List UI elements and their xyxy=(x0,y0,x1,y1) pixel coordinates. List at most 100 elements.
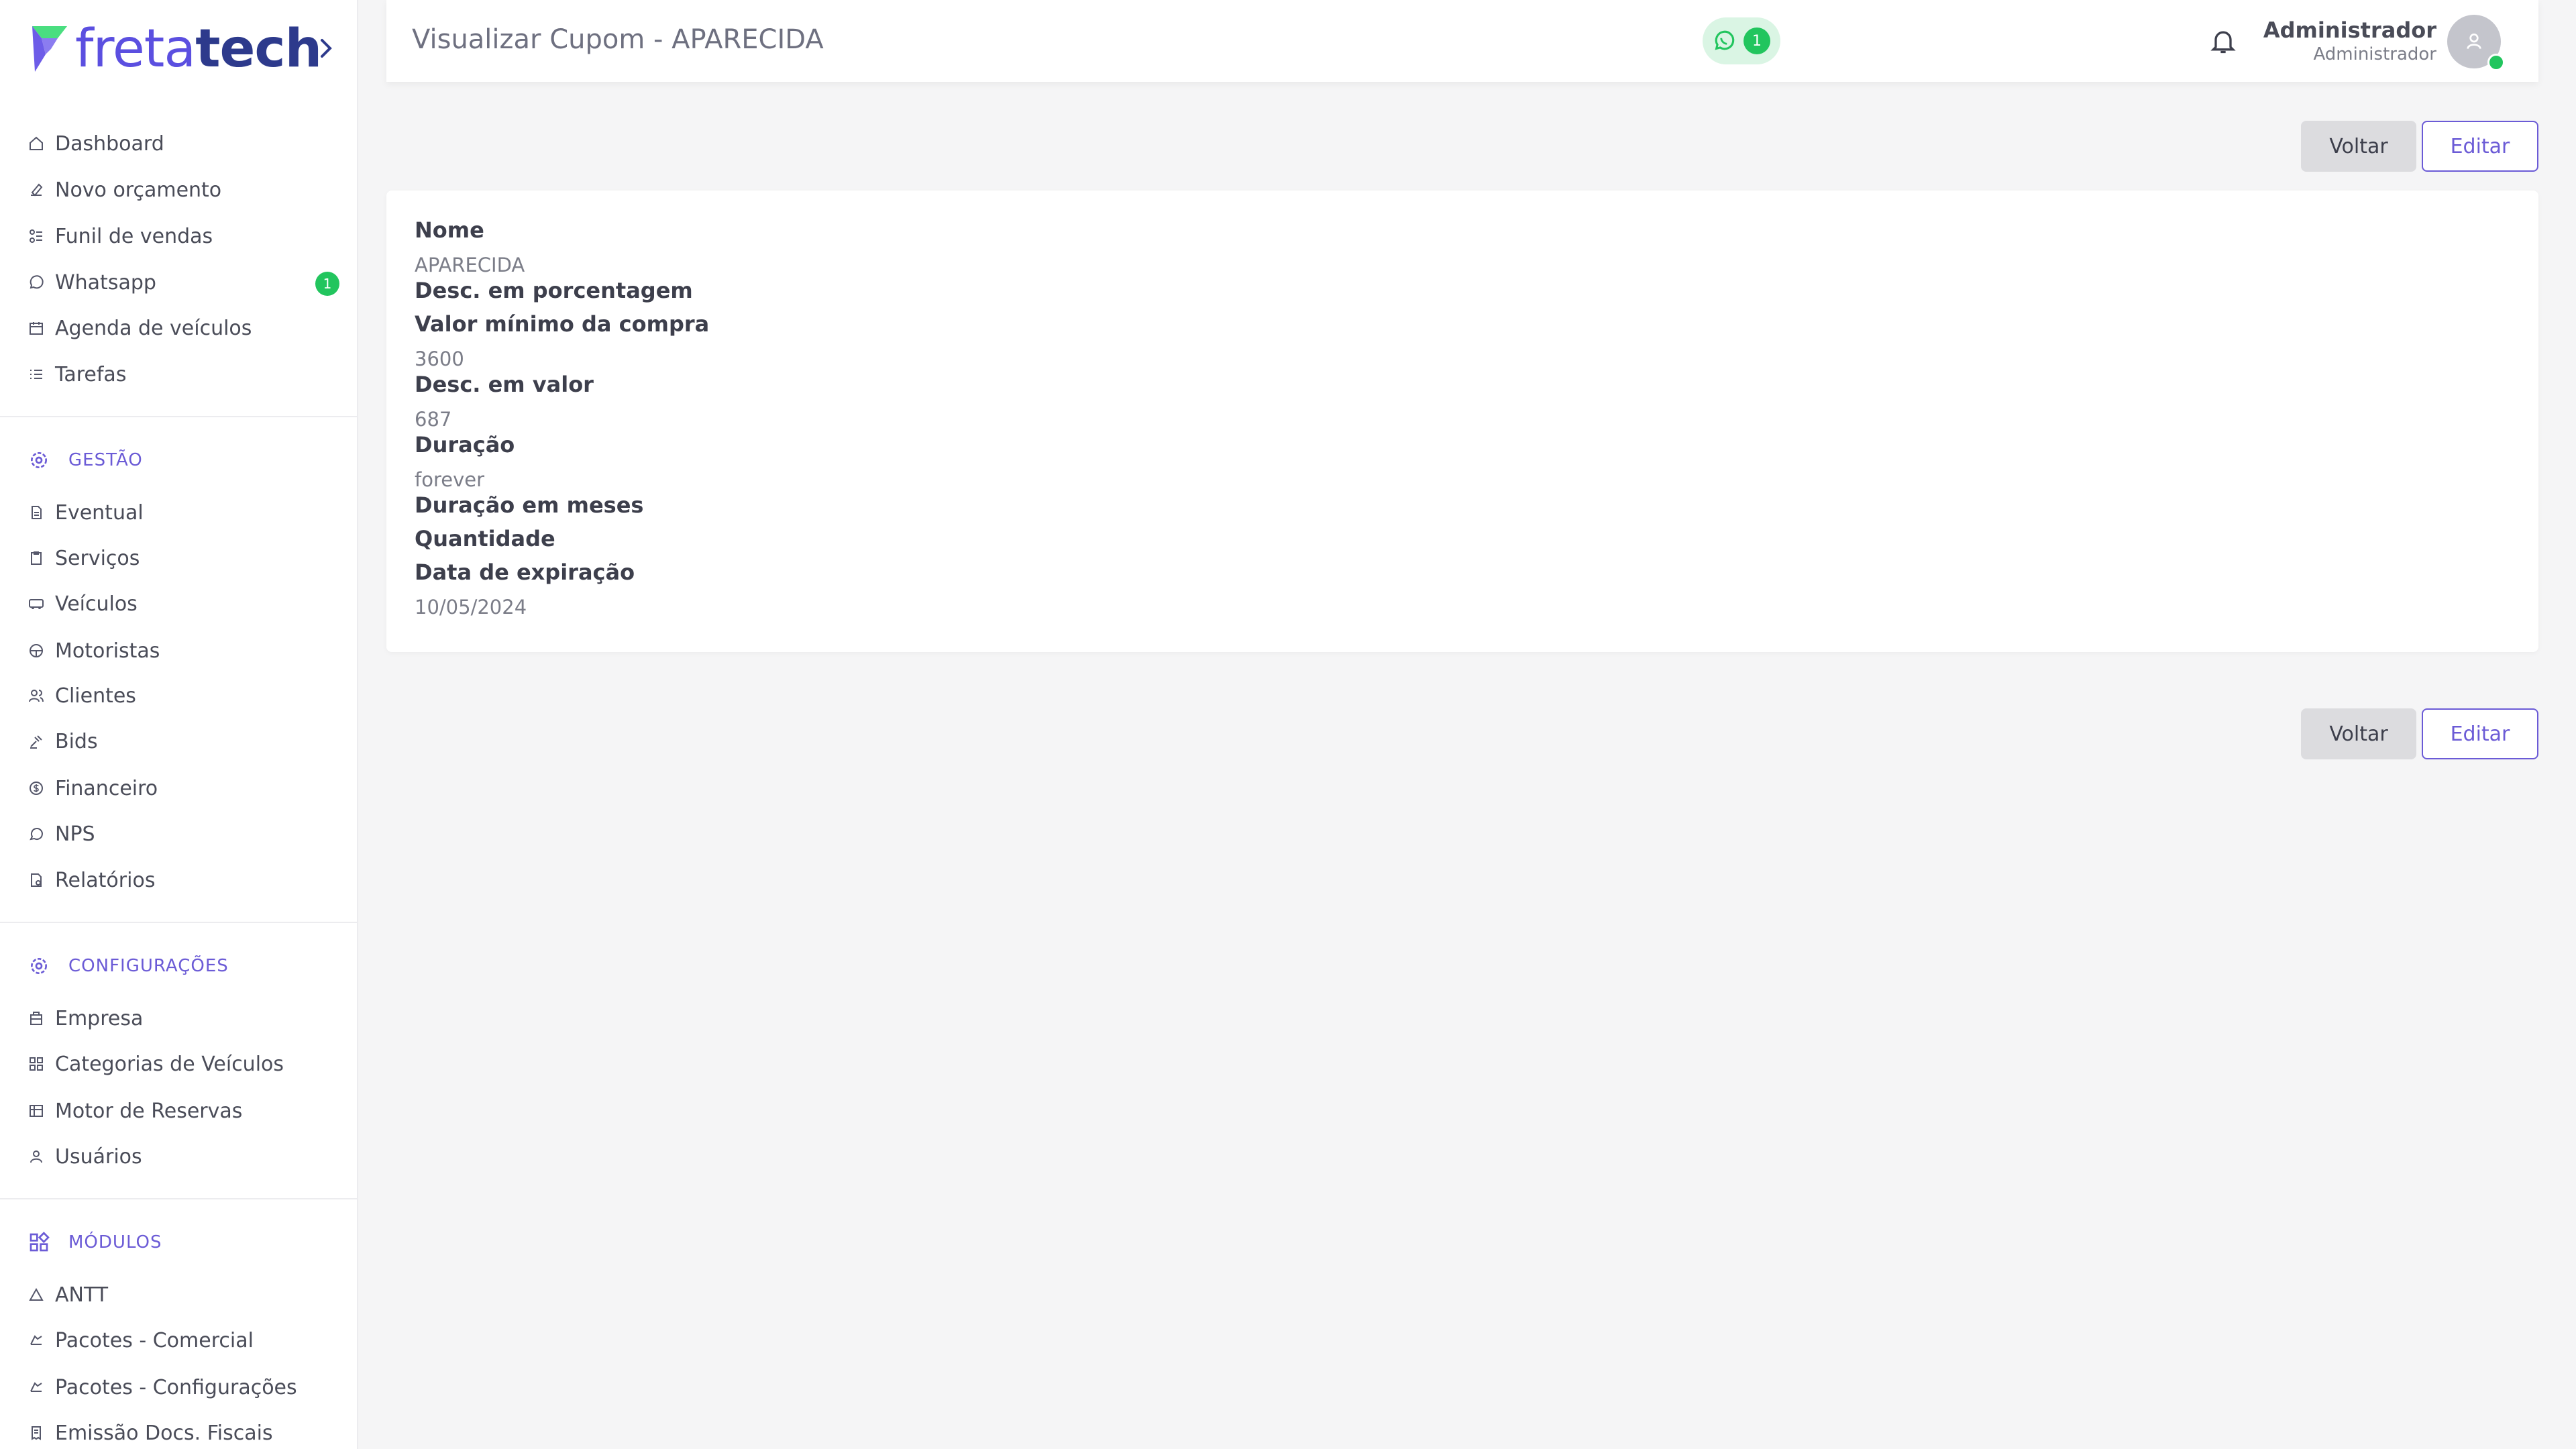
field-value-data-expiracao: 10/05/2024 xyxy=(415,596,527,619)
grid-icon xyxy=(30,1057,43,1071)
sidebar-divider xyxy=(0,1198,357,1199)
sidebar-item-motoristas[interactable]: Motoristas xyxy=(28,635,339,667)
top-header: Visualizar Cupom - APARECIDA 1 Administr… xyxy=(386,0,2538,82)
sidebar-item-label: Novo orçamento xyxy=(55,178,222,202)
edit-button-bottom[interactable]: Editar xyxy=(2422,708,2538,759)
user-icon xyxy=(30,1150,42,1163)
page-title: Visualizar Cupom - APARECIDA xyxy=(412,24,824,55)
sidebar-item-tarefas[interactable]: Tarefas xyxy=(28,358,339,390)
section-title-label: MÓDULOS xyxy=(68,1232,162,1252)
logo-mark-icon xyxy=(32,26,67,72)
back-button[interactable]: Voltar xyxy=(2301,121,2416,172)
whatsapp-notifications-button[interactable]: 1 xyxy=(1703,17,1780,64)
sidebar-item-label: Motor de Reservas xyxy=(55,1099,243,1123)
back-button-bottom[interactable]: Voltar xyxy=(2301,708,2416,759)
sidebar-item-label: Motoristas xyxy=(55,639,160,663)
sidebar-item-pacotes-comercial[interactable]: Pacotes - Comercial xyxy=(28,1324,339,1356)
bus-icon xyxy=(29,599,44,609)
sidebar-item-categorias-de-veiculos[interactable]: Categorias de Veículos xyxy=(28,1048,339,1080)
online-status-dot xyxy=(2487,54,2505,71)
sidebar-item-eventual[interactable]: Eventual xyxy=(28,496,339,529)
sidebar-item-servicos[interactable]: Serviços xyxy=(28,542,339,574)
clipboard-icon xyxy=(31,551,42,565)
sidebar-item-nps[interactable]: NPS xyxy=(28,818,339,850)
sidebar-item-label: Categorias de Veículos xyxy=(55,1052,284,1076)
sidebar-item-clientes[interactable]: Clientes xyxy=(28,680,339,712)
dollar-icon xyxy=(30,782,43,795)
bell-icon[interactable] xyxy=(2208,25,2238,56)
section-title-modulos: MÓDULOS xyxy=(28,1226,162,1258)
sidebar-item-usuarios[interactable]: Usuários xyxy=(28,1140,339,1173)
steering-wheel-icon xyxy=(30,644,43,657)
sidebar-item-label: Eventual xyxy=(55,500,144,525)
report-icon xyxy=(31,873,42,887)
sidebar-item-agenda-de-veiculos[interactable]: Agenda de veículos xyxy=(28,312,339,344)
brand-name-part1: freta xyxy=(75,19,196,79)
sidebar-item-label: Veículos xyxy=(55,592,138,616)
sidebar-item-novo-orcamento[interactable]: Novo orçamento xyxy=(28,174,339,206)
modules-icon xyxy=(30,1232,50,1252)
coupon-details-card: Nome APARECIDA Desc. em porcentagem Valo… xyxy=(386,191,2538,652)
whatsapp-count-badge: 1 xyxy=(1743,28,1770,54)
section-title-gestao: GESTÃO xyxy=(28,444,143,476)
sidebar-item-antt[interactable]: ANTT xyxy=(28,1279,339,1311)
field-label-duracao: Duração xyxy=(415,432,515,458)
user-role: Administrador xyxy=(2313,44,2436,64)
sidebar-item-dashboard[interactable]: Dashboard xyxy=(28,127,339,160)
table-icon xyxy=(30,1105,43,1117)
document-icon xyxy=(32,506,42,519)
field-label-duracao-meses: Duração em meses xyxy=(415,492,644,518)
chevron-right-icon[interactable] xyxy=(318,35,335,62)
sidebar-item-pacotes-configuracoes[interactable]: Pacotes - Configurações xyxy=(28,1371,339,1403)
sidebar-item-bids[interactable]: Bids xyxy=(28,725,339,757)
brand-logo[interactable]: fretatech xyxy=(28,19,322,79)
field-label-nome: Nome xyxy=(415,217,484,243)
users-icon xyxy=(29,690,44,702)
section-title-configuracoes: CONFIGURAÇÕES xyxy=(28,950,229,982)
sidebar-item-label: Pacotes - Comercial xyxy=(55,1328,254,1352)
sidebar-item-label: Serviços xyxy=(55,546,140,570)
field-label-valor-minimo: Valor mínimo da compra xyxy=(415,311,710,337)
sidebar-item-empresa[interactable]: Empresa xyxy=(28,1002,339,1034)
user-icon xyxy=(2467,34,2481,50)
sidebar-divider xyxy=(0,922,357,923)
field-value-duracao: forever xyxy=(415,468,485,491)
whatsapp-icon xyxy=(1715,30,1735,50)
sidebar-item-motor-de-reservas[interactable]: Motor de Reservas xyxy=(28,1095,339,1127)
field-value-valor-minimo: 3600 xyxy=(415,347,464,370)
gear-icon xyxy=(31,958,47,974)
sidebar-item-funil-de-vendas[interactable]: Funil de vendas xyxy=(28,220,339,252)
sidebar-item-label: Bids xyxy=(55,729,98,753)
user-name[interactable]: Administrador xyxy=(2263,17,2436,43)
home-icon xyxy=(30,136,43,150)
sidebar-item-financeiro[interactable]: Financeiro xyxy=(28,772,339,804)
funnel-icon xyxy=(30,229,42,243)
field-label-desc-valor: Desc. em valor xyxy=(415,372,594,397)
section-title-label: GESTÃO xyxy=(68,450,143,470)
sidebar-item-label: Dashboard xyxy=(55,131,164,156)
field-label-quantidade: Quantidade xyxy=(415,526,555,551)
receipt-icon xyxy=(32,1426,41,1440)
sidebar-item-emissao-docs-fiscais[interactable]: Emissão Docs. Fiscais xyxy=(28,1417,339,1449)
section-title-label: CONFIGURAÇÕES xyxy=(68,956,229,976)
sidebar-item-label: ANTT xyxy=(55,1283,109,1307)
sidebar-item-label: Funil de vendas xyxy=(55,224,213,248)
sidebar-item-label: Agenda de veículos xyxy=(55,316,252,340)
building-icon xyxy=(30,1012,42,1025)
sidebar-item-veiculos[interactable]: Veículos xyxy=(28,588,339,620)
edit-icon xyxy=(31,183,43,197)
sidebar-item-label: Financeiro xyxy=(55,776,158,800)
edit-button[interactable]: Editar xyxy=(2422,121,2538,172)
sidebar-item-label: Whatsapp xyxy=(55,270,156,294)
whatsapp-icon xyxy=(30,275,44,289)
sidebar-item-label: Empresa xyxy=(55,1006,144,1030)
sidebar-item-label: Emissão Docs. Fiscais xyxy=(55,1421,273,1445)
sidebar-item-label: NPS xyxy=(55,822,95,846)
sidebar-item-relatorios[interactable]: Relatórios xyxy=(28,864,339,896)
brand-name-part2: tech xyxy=(195,19,322,79)
sidebar-item-whatsapp[interactable]: Whatsapp 1 xyxy=(28,266,339,299)
field-label-desc-porcentagem: Desc. em porcentagem xyxy=(415,278,693,303)
sidebar: fretatech Dashboard Novo orçamento Funil… xyxy=(0,0,358,1449)
sidebar-item-label: Tarefas xyxy=(55,362,127,386)
sidebar-item-label: Usuários xyxy=(55,1144,142,1169)
